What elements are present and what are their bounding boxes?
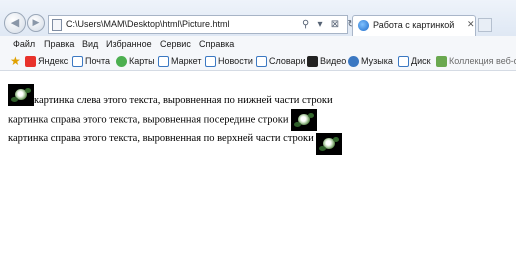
page-icon — [205, 56, 216, 67]
page-content: картинка слева этого текста, выровненная… — [0, 72, 516, 273]
content-line-2: картинка справа этого текста, выровненна… — [8, 109, 317, 131]
video-icon — [307, 56, 318, 67]
compatibility-icon[interactable]: ⊠ — [331, 16, 339, 34]
fav-label: Словари — [269, 56, 306, 66]
page-icon — [72, 56, 83, 67]
music-icon — [348, 56, 359, 67]
menu-file[interactable]: Файл — [13, 39, 35, 49]
line-text: картинка справа этого текста, выровненна… — [8, 114, 289, 126]
page-icon — [52, 19, 62, 31]
maps-icon — [116, 56, 127, 67]
menu-help[interactable]: Справка — [199, 39, 234, 49]
address-text[interactable]: C:\Users\MAM\Desktop\html\Picture.html — [66, 19, 230, 29]
line-text: картинка справа этого текста, выровненна… — [8, 133, 314, 144]
forward-button[interactable]: ▶ — [27, 14, 45, 32]
menu-edit[interactable]: Правка — [44, 39, 74, 49]
fav-label: Почта — [85, 56, 110, 66]
browser-titlebar: ◀ ▶ C:\Users\MAM\Desktop\html\Picture.ht… — [0, 0, 516, 36]
fav-label: Коллекция веб-фр — [449, 56, 516, 66]
favorites-bar: ★ Яндекс Почта Карты Маркет Новости Слов… — [0, 53, 516, 71]
menu-bar: Файл Правка Вид Избранное Сервис Справка — [0, 36, 516, 54]
fav-label: Видео — [320, 56, 347, 66]
fav-label: Маркет — [171, 56, 202, 66]
new-tab-button[interactable] — [478, 18, 492, 32]
page-icon — [256, 56, 267, 67]
page-icon — [398, 56, 409, 67]
forward-arrow-icon: ▶ — [32, 18, 40, 28]
ie-icon — [358, 20, 369, 31]
dropdown-icon[interactable]: ▾ — [318, 16, 323, 34]
line-text: картинка слева этого текста, выровненная… — [34, 95, 333, 106]
menu-view[interactable]: Вид — [82, 39, 98, 49]
fav-label: Диск — [411, 56, 431, 66]
tab-active[interactable]: Работа с картинкой ✕ — [352, 15, 476, 36]
close-tab-icon[interactable]: ✕ — [467, 19, 475, 30]
yandex-icon — [25, 56, 36, 67]
fav-label: Яндекс — [38, 56, 69, 66]
page-icon — [158, 56, 169, 67]
tab-title: Работа с картинкой — [373, 20, 455, 30]
favorites-star-icon[interactable]: ★ — [10, 54, 21, 68]
menu-favorites[interactable]: Избранное — [106, 39, 152, 49]
content-line-3: картинка справа этого текста, выровненна… — [8, 133, 342, 155]
fav-label: Карты — [129, 56, 155, 66]
flower-image — [315, 133, 342, 155]
flower-image — [290, 109, 317, 131]
search-icon[interactable]: ⚲ — [302, 16, 309, 34]
flower-image — [8, 84, 34, 106]
menu-tools[interactable]: Сервис — [160, 39, 191, 49]
fav-label: Новости — [218, 56, 253, 66]
content-line-1: картинка слева этого текста, выровненная… — [8, 84, 333, 106]
fav-label: Музыка — [361, 56, 393, 66]
back-button[interactable]: ◀ — [4, 12, 26, 34]
gallery-icon — [436, 56, 447, 67]
back-arrow-icon: ◀ — [10, 16, 20, 29]
